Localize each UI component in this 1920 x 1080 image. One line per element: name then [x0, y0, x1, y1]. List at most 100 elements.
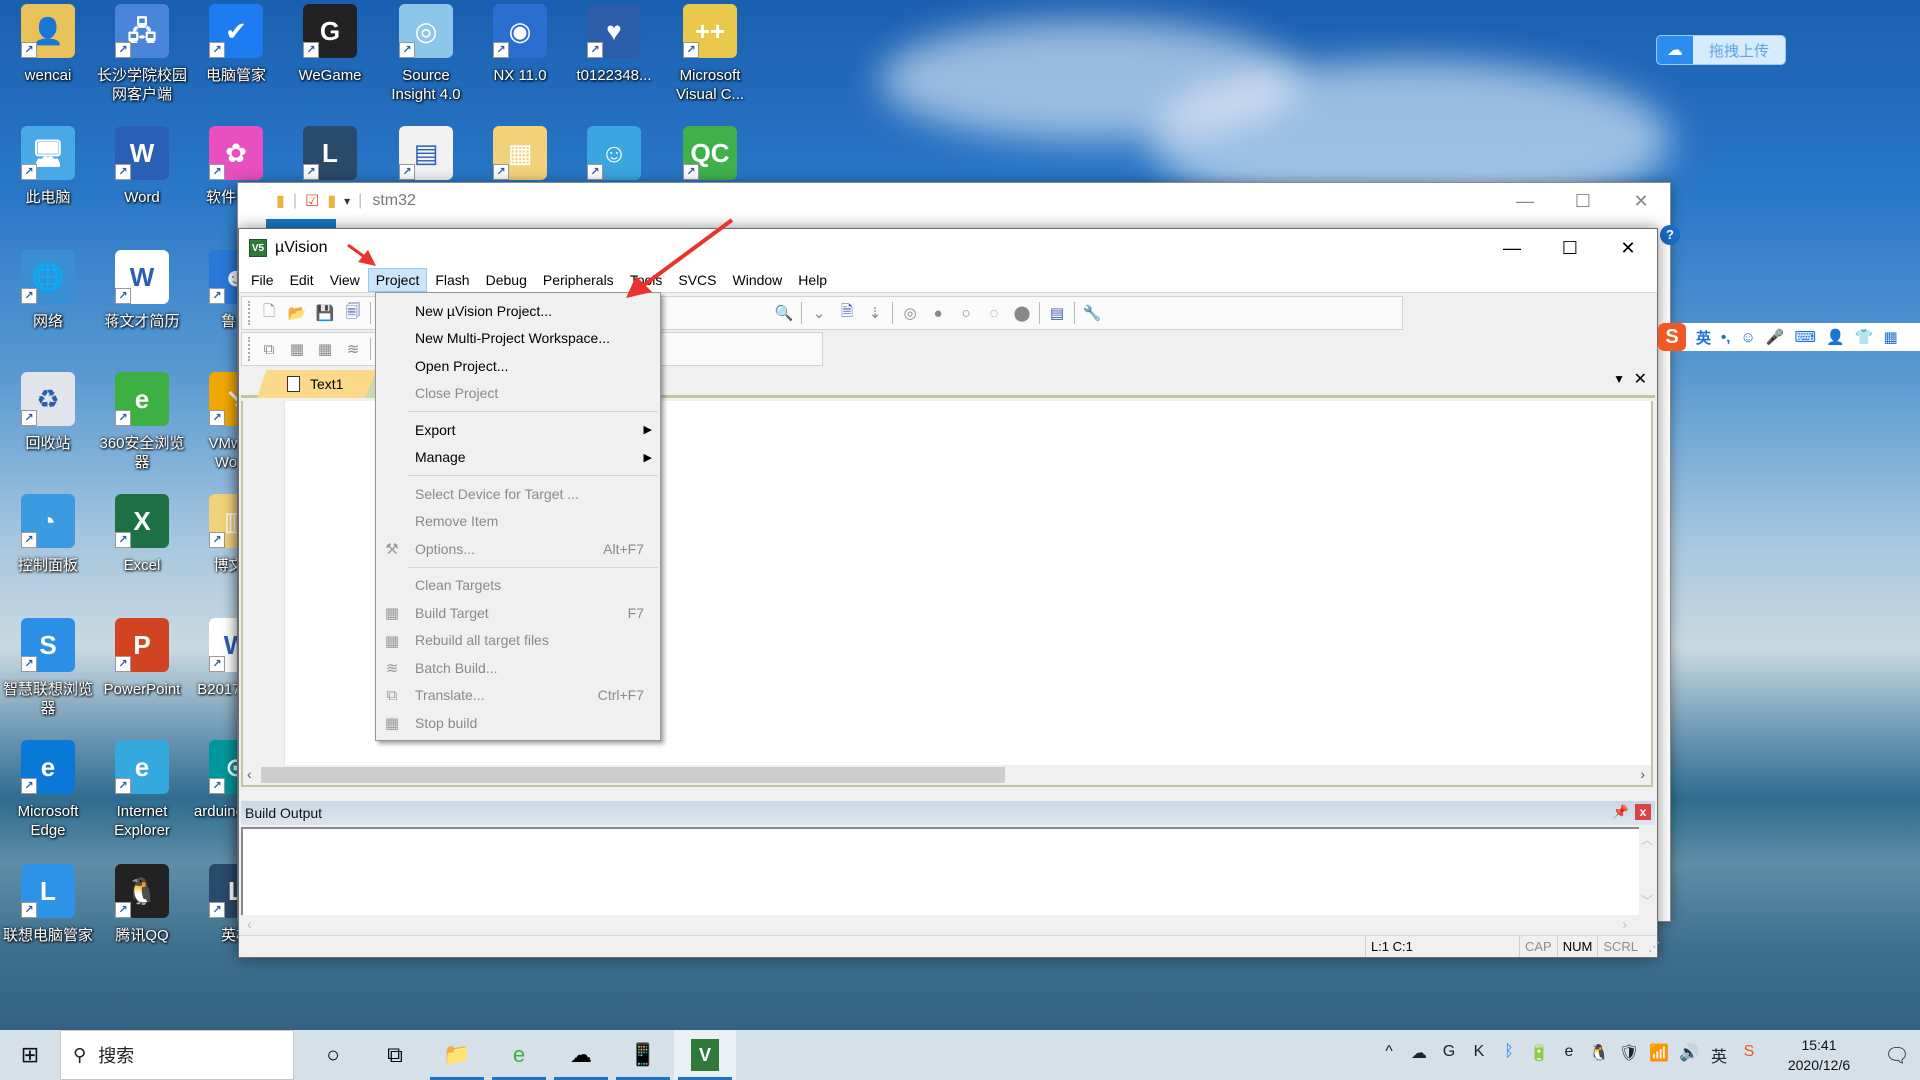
menu-item-export[interactable]: Export ▶	[376, 416, 660, 444]
taskbar-app-360-browser[interactable]: e	[488, 1030, 550, 1080]
desktop-icon[interactable]: ▤ ↗	[380, 126, 472, 188]
target-select-icon[interactable]: ⌄	[808, 302, 830, 324]
batch-build-icon[interactable]: ≋	[342, 338, 364, 360]
volume-icon[interactable]: 🔊	[1674, 1043, 1704, 1067]
menu-item-stop-build[interactable]: ▦ Stop build	[376, 709, 660, 737]
desktop-icon[interactable]: ++ ↗ Microsoft Visual C...	[664, 4, 756, 104]
menu-item-build-target[interactable]: ▦ Build Target F7	[376, 599, 660, 627]
wegame-tray-icon[interactable]: G	[1434, 1043, 1464, 1067]
toolbar-grip[interactable]	[248, 301, 252, 325]
tab-list-dropdown-icon[interactable]: ▼	[1613, 372, 1625, 386]
sogou-tray-icon[interactable]: S	[1734, 1043, 1764, 1067]
menu-debug[interactable]: Debug	[478, 268, 535, 292]
incremental-find-icon[interactable]: ⇣	[864, 302, 886, 324]
desktop-icon[interactable]: e ↗ Microsoft Edge	[2, 740, 94, 840]
menu-item-new-multi-project-workspace[interactable]: New Multi-Project Workspace...	[376, 325, 660, 353]
scroll-right-icon[interactable]: ›	[1640, 766, 1645, 782]
user-icon[interactable]: 👤	[1826, 328, 1845, 346]
desktop-icon[interactable]: 👤 ↗ wencai	[2, 4, 94, 85]
taskbar-app-task-view[interactable]: ⧉	[364, 1030, 426, 1080]
menu-item-open-project[interactable]: Open Project...	[376, 352, 660, 380]
menu-item-translate[interactable]: ⧉ Translate... Ctrl+F7	[376, 682, 660, 710]
scroll-up-icon[interactable]: ︿	[1639, 831, 1655, 848]
editor-horizontal-scrollbar[interactable]: ‹ ›	[241, 765, 1653, 787]
open-file-icon[interactable]: 📂	[286, 302, 308, 324]
skin-icon[interactable]: 👕	[1855, 328, 1874, 346]
customize-dropdown-icon[interactable]: ▾	[344, 194, 350, 208]
qq-tray-icon[interactable]: 🐧	[1584, 1043, 1614, 1067]
scroll-left-icon[interactable]: ‹	[247, 766, 252, 782]
pin-icon[interactable]: 📌	[1613, 804, 1629, 820]
desktop-icon[interactable]: 🖥 ↗ 此电脑	[2, 126, 94, 207]
debug-session-icon[interactable]: ◎	[899, 302, 921, 324]
emoji-icon[interactable]: ☺	[1740, 329, 1755, 346]
close-button[interactable]: ✕	[1612, 183, 1670, 219]
desktop-icon[interactable]: L ↗	[284, 126, 376, 188]
desktop-icon[interactable]: S ↗ 智慧联想浏览器	[2, 618, 94, 718]
save-all-icon[interactable]: 🗐	[342, 302, 364, 324]
menu-item-clean-targets[interactable]: Clean Targets	[376, 572, 660, 600]
desktop-icon[interactable]: ♥ ↗ t0122348...	[568, 4, 660, 85]
desktop-icon[interactable]: L ↗ 联想电脑管家	[2, 864, 94, 945]
new-folder-icon[interactable]: ▮	[327, 191, 336, 211]
desktop-icon[interactable]: e ↗ 360安全浏览器	[96, 372, 188, 472]
configure-icon[interactable]: 🔧	[1081, 302, 1103, 324]
help-icon[interactable]: ?	[1660, 225, 1680, 245]
breakpoint-kill-all-icon[interactable]: ⬤	[1011, 302, 1033, 324]
menu-flash[interactable]: Flash	[427, 268, 477, 292]
find-document-icon[interactable]: 🗎	[836, 302, 858, 324]
desktop-icon[interactable]: ✔ ↗ 电脑管家	[190, 4, 282, 85]
battery-icon[interactable]: 🔋	[1524, 1043, 1554, 1067]
desktop-icon[interactable]: e ↗ Internet Explorer	[96, 740, 188, 840]
minimize-button[interactable]: —	[1483, 229, 1541, 267]
breakpoint-icon[interactable]: ●	[927, 302, 949, 324]
breakpoint-disable-all-icon[interactable]: ◌	[983, 302, 1005, 324]
input-language-icon[interactable]: 英	[1704, 1043, 1734, 1067]
minimize-button[interactable]: —	[1496, 183, 1554, 219]
desktop-icon[interactable]: X ↗ Excel	[96, 494, 188, 575]
start-button[interactable]: ⊞	[0, 1030, 60, 1080]
desktop-icon[interactable]: P ↗ PowerPoint	[96, 618, 188, 699]
cloud-upload-widget[interactable]: ☁ 拖拽上传	[1656, 35, 1786, 65]
toolbox-icon[interactable]: ▦	[1883, 328, 1897, 346]
menu-item-batch-build[interactable]: ≋ Batch Build...	[376, 654, 660, 682]
desktop-icon[interactable]: W ↗ Word	[96, 126, 188, 207]
menu-help[interactable]: Help	[790, 268, 835, 292]
rebuild-icon[interactable]: ▦	[314, 338, 336, 360]
desktop-icon[interactable]: ◉ ↗ NX 11.0	[474, 4, 566, 85]
scrollbar-thumb[interactable]	[261, 767, 1005, 783]
save-icon[interactable]: 💾	[314, 302, 336, 324]
desktop-icon[interactable]: 🌐 ↗ 网络	[2, 250, 94, 331]
desktop-icon[interactable]: ◔ ↗ 控制面板	[2, 494, 94, 575]
properties-icon[interactable]: ☑	[305, 191, 319, 211]
scroll-left-icon[interactable]: ‹	[247, 916, 252, 932]
desktop-icon[interactable]: 🐧 ↗ 腾讯QQ	[96, 864, 188, 945]
scroll-down-icon[interactable]: ﹀	[1639, 892, 1655, 909]
desktop-icon[interactable]: ▦ ↗	[474, 126, 566, 188]
build-output-vertical-scrollbar[interactable]: ︿ ﹀	[1639, 827, 1655, 915]
explorer-title-bar[interactable]: ▮ | ☑ ▮ ▾ | stm32	[238, 183, 1670, 219]
close-tab-icon[interactable]: ✕	[1634, 369, 1647, 389]
desktop-icon[interactable]: QC ↗	[664, 126, 756, 188]
menu-item-select-device-for-target[interactable]: Select Device for Target ...	[376, 480, 660, 508]
build-icon[interactable]: ▦	[286, 338, 308, 360]
taskbar-app-uvision[interactable]: V	[674, 1030, 736, 1080]
sogou-logo-icon[interactable]: S	[1658, 323, 1686, 351]
windows-security-icon[interactable]: 🛡	[1614, 1043, 1644, 1067]
menu-file[interactable]: File	[243, 268, 282, 292]
desktop-icon[interactable]: 🖧 ↗ 长沙学院校园网客户端	[96, 4, 188, 104]
menu-item-remove-item[interactable]: Remove Item	[376, 508, 660, 536]
close-panel-icon[interactable]: x	[1635, 804, 1651, 820]
wifi-icon[interactable]: 📶	[1644, 1043, 1674, 1067]
menu-view[interactable]: View	[322, 268, 368, 292]
menu-window[interactable]: Window	[725, 268, 791, 292]
desktop-icon[interactable]: G ↗ WeGame	[284, 4, 376, 85]
build-output-text[interactable]	[241, 827, 1639, 915]
toolbar-grip[interactable]	[248, 337, 252, 361]
folder-icon[interactable]: ▮	[276, 191, 285, 211]
desktop-icon[interactable]: W ↗ 蒋文才简历	[96, 250, 188, 331]
menu-item-rebuild-all-target-files[interactable]: ▦ Rebuild all target files	[376, 627, 660, 655]
show-hidden-icons[interactable]: ^	[1374, 1043, 1404, 1067]
desktop-icon[interactable]: ☺ ↗	[568, 126, 660, 188]
desktop-icon[interactable]: ♻ ↗ 回收站	[2, 372, 94, 453]
